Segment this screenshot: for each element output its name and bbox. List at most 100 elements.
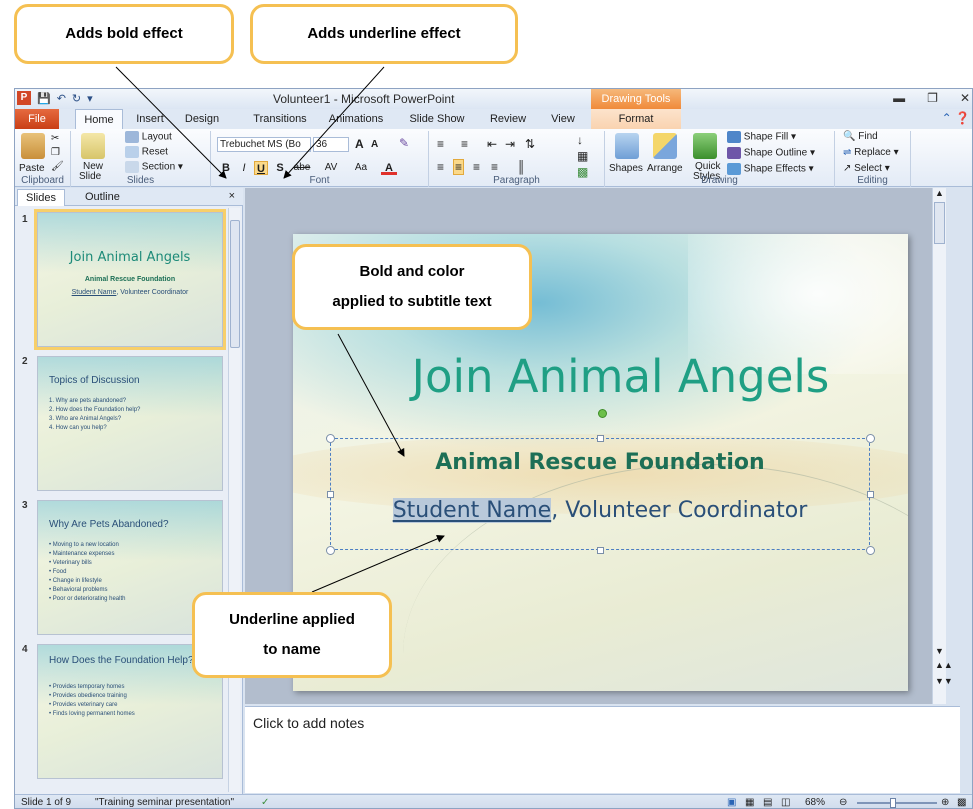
subtitle-organization[interactable]: Animal Rescue Foundation	[330, 450, 870, 475]
restore-icon[interactable]: ❐	[927, 91, 938, 105]
fit-to-window-icon[interactable]: ▩	[957, 795, 966, 808]
underline-button[interactable]: U	[254, 161, 268, 175]
tab-view[interactable]: View	[543, 109, 583, 129]
tab-home[interactable]: Home	[75, 109, 123, 129]
resize-handle-tr[interactable]	[866, 434, 875, 443]
copy-icon[interactable]: ❐	[51, 147, 60, 158]
previous-slide-icon[interactable]: ▲▲	[935, 660, 953, 670]
font-size-combo[interactable]: 36	[313, 137, 349, 152]
slide-show-icon[interactable]: ◫	[781, 795, 790, 808]
slide-title[interactable]: Join Animal Angels	[293, 350, 908, 403]
increase-indent-icon[interactable]: ⇥	[505, 137, 515, 151]
customize-icon[interactable]: ▾	[87, 92, 93, 105]
scrollbar-thumb[interactable]	[934, 202, 945, 244]
italic-button[interactable]: I	[237, 161, 251, 175]
align-right-icon[interactable]: ≡	[473, 160, 480, 174]
theme-name[interactable]: "Training seminar presentation"	[95, 795, 234, 808]
zoom-slider[interactable]	[857, 802, 937, 804]
pane-close-icon[interactable]: ×	[229, 190, 235, 202]
resize-handle-bl[interactable]	[326, 546, 335, 555]
tab-design[interactable]: Design	[177, 109, 227, 129]
format-painter-icon[interactable]: 🖌	[51, 161, 64, 172]
replace-button[interactable]: ⇌ Replace ▾	[843, 147, 899, 158]
minimize-icon[interactable]: ▬	[893, 91, 905, 105]
clear-formatting-icon[interactable]: ✎	[399, 136, 409, 150]
resize-handle-br[interactable]	[866, 546, 875, 555]
tab-file[interactable]: File	[15, 109, 59, 129]
reading-view-icon[interactable]: ▤	[763, 795, 772, 808]
notes-placeholder[interactable]: Click to add notes	[253, 715, 364, 731]
strikethrough-button[interactable]: abe	[291, 161, 313, 175]
layout-button[interactable]: Layout	[125, 131, 172, 143]
cut-icon[interactable]: ✂	[51, 133, 59, 144]
tab-slide-show[interactable]: Slide Show	[405, 109, 469, 129]
decrease-indent-icon[interactable]: ⇤	[487, 137, 497, 151]
change-case-button[interactable]: Aa	[349, 161, 373, 175]
shapes-button[interactable]: Shapes	[609, 163, 643, 174]
paste-button[interactable]: Paste	[19, 163, 45, 174]
rotation-handle[interactable]	[598, 409, 607, 418]
slide-sorter-icon[interactable]: ▦	[745, 795, 754, 808]
next-slide-icon[interactable]: ▼▼	[935, 676, 953, 686]
columns-icon[interactable]: ║	[517, 160, 526, 174]
resize-handle-b[interactable]	[597, 547, 604, 554]
select-button[interactable]: ↗ Select ▾	[843, 163, 890, 174]
close-icon[interactable]: ✕	[960, 91, 970, 105]
resize-handle-l[interactable]	[327, 491, 334, 498]
align-text-icon[interactable]: ▦	[577, 149, 588, 163]
shape-effects-button[interactable]: Shape Effects ▾	[727, 163, 814, 175]
undo-icon[interactable]: ↶	[57, 92, 66, 105]
tab-review[interactable]: Review	[485, 109, 531, 129]
redo-icon[interactable]: ↻	[72, 92, 81, 105]
save-icon[interactable]: 💾	[37, 92, 51, 105]
subtitle-name-line[interactable]: Student Name, Volunteer Coordinator	[330, 498, 870, 523]
find-button[interactable]: 🔍 Find	[843, 131, 878, 142]
font-name-combo[interactable]: Trebuchet MS (Bo	[217, 137, 311, 152]
tab-format[interactable]: Format	[591, 109, 681, 129]
tab-insert[interactable]: Insert	[127, 109, 173, 129]
paste-icon[interactable]	[21, 133, 45, 159]
slide-thumbnail-2[interactable]: Topics of Discussion 1. Why are pets aba…	[37, 356, 223, 491]
tab-animations[interactable]: Animations	[321, 109, 391, 129]
scrollbar-thumb[interactable]	[230, 220, 240, 348]
character-spacing-button[interactable]: AV	[319, 161, 343, 175]
reset-button[interactable]: Reset	[125, 146, 168, 158]
resize-handle-tl[interactable]	[326, 434, 335, 443]
shapes-icon[interactable]	[615, 133, 639, 159]
line-spacing-icon[interactable]: ⇅	[525, 137, 535, 151]
spell-check-icon[interactable]: ✓	[261, 795, 269, 808]
resize-handle-t[interactable]	[597, 435, 604, 442]
shape-outline-button[interactable]: Shape Outline ▾	[727, 147, 815, 159]
powerpoint-app-icon[interactable]: P	[17, 91, 31, 105]
resize-handle-r[interactable]	[867, 491, 874, 498]
zoom-in-icon[interactable]: ⊕	[941, 795, 949, 808]
text-shadow-button[interactable]: S	[273, 161, 287, 175]
slide-thumbnail-1[interactable]: Join Animal Angels Animal Rescue Foundat…	[34, 209, 226, 350]
zoom-level[interactable]: 68%	[805, 795, 825, 808]
slides-pane-scrollbar[interactable]	[228, 208, 240, 792]
justify-icon[interactable]: ≡	[491, 160, 498, 174]
numbering-icon[interactable]: ≡	[461, 137, 468, 151]
new-slide-icon[interactable]	[81, 133, 105, 159]
normal-view-icon[interactable]: ▣	[727, 795, 736, 808]
section-button[interactable]: Section ▾	[125, 161, 183, 173]
shrink-font-icon[interactable]: A	[371, 139, 378, 150]
tab-outline[interactable]: Outline	[77, 189, 128, 206]
arrange-button[interactable]: Arrange	[647, 163, 683, 174]
bullets-icon[interactable]: ≡	[437, 137, 444, 151]
arrange-icon[interactable]	[653, 133, 677, 159]
grow-font-icon[interactable]: A	[355, 137, 364, 151]
scroll-up-icon[interactable]: ▲	[935, 188, 944, 198]
text-direction-icon[interactable]: ↓	[577, 133, 583, 147]
minimize-ribbon-icon[interactable]: ⌃	[942, 111, 952, 125]
scroll-down-icon[interactable]: ▼	[935, 646, 944, 656]
tab-slides[interactable]: Slides	[17, 189, 65, 206]
quick-styles-icon[interactable]	[693, 133, 717, 159]
font-color-button[interactable]: A	[381, 161, 397, 175]
zoom-out-icon[interactable]: ⊖	[839, 795, 847, 808]
align-center-icon[interactable]: ≡	[453, 159, 465, 175]
notes-pane[interactable]: Click to add notes	[245, 706, 960, 793]
help-icon[interactable]: ❓	[955, 111, 970, 125]
bold-button[interactable]: B	[219, 161, 233, 175]
shape-fill-button[interactable]: Shape Fill ▾	[727, 131, 796, 143]
